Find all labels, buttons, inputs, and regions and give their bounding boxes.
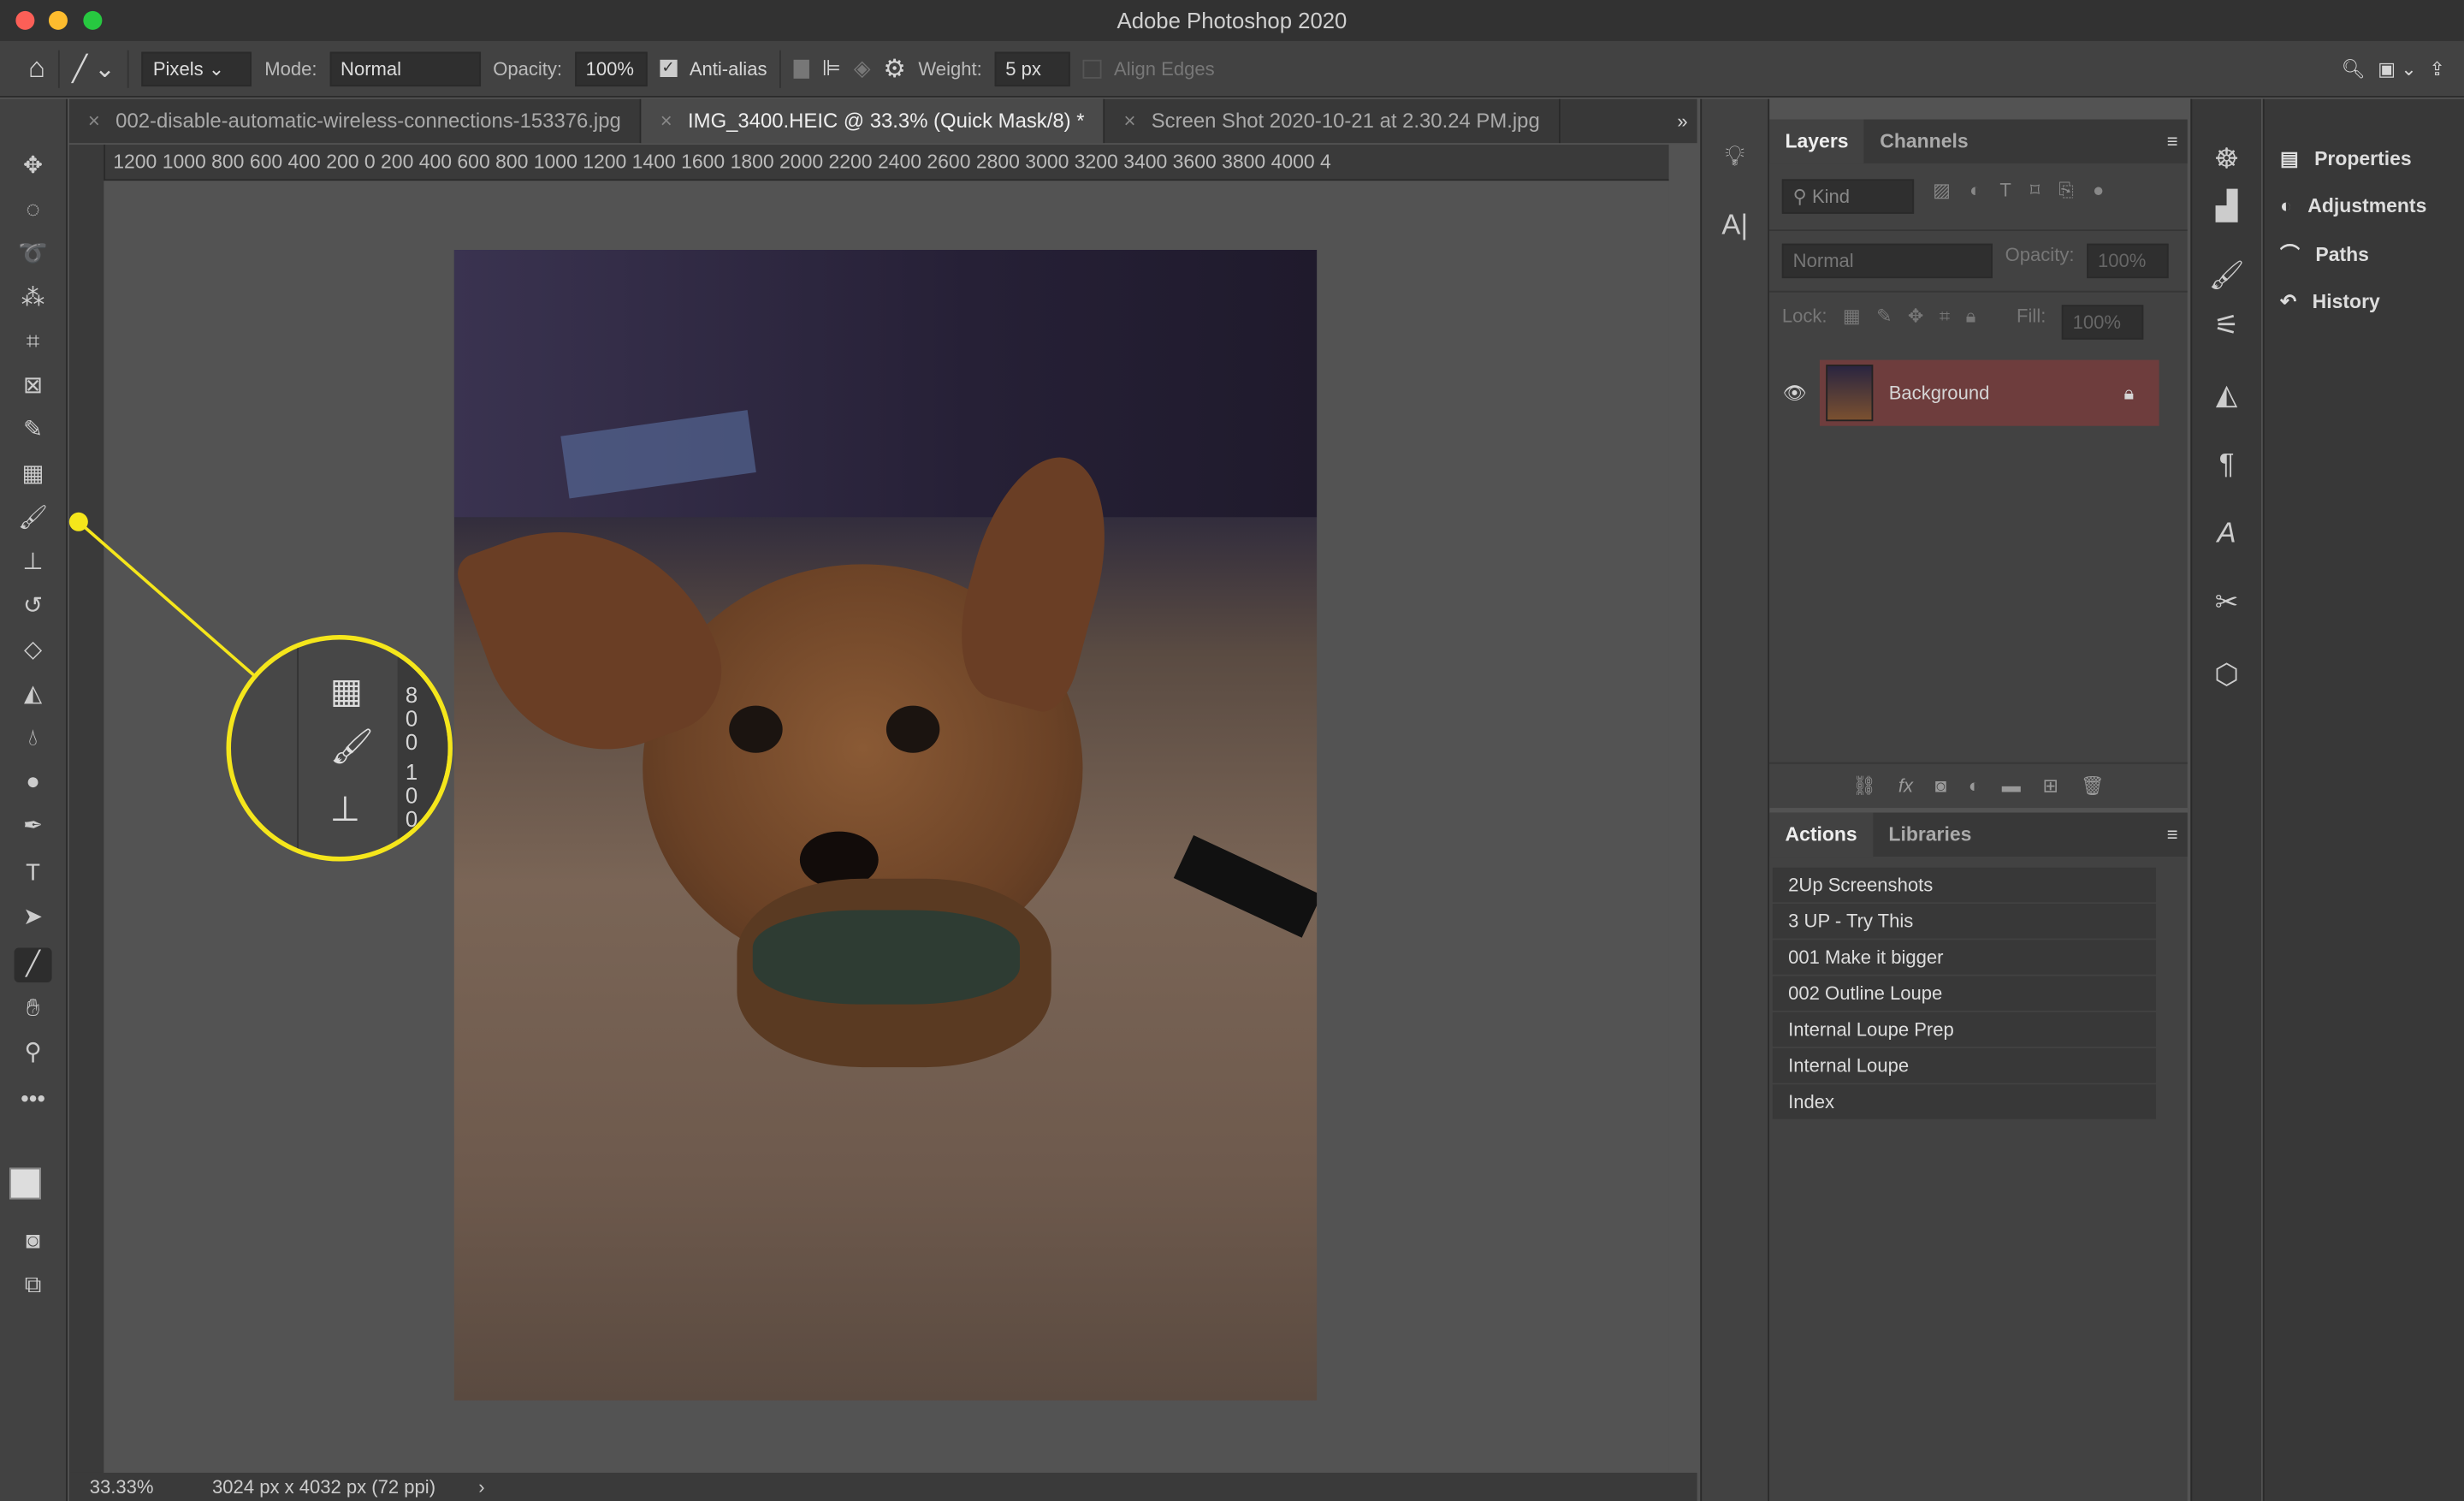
tab-actions[interactable]: Actions [1769,812,1874,857]
layer-blend-mode-select[interactable]: Normal [1781,243,1993,279]
paths-panel-button[interactable]: ⌒ Paths [2280,236,2369,274]
layer-filter-select[interactable]: ⚲ Kind [1781,179,1915,214]
navigator-icon[interactable]: ☸ [2208,139,2246,177]
loupe-digit: 0 [405,729,418,755]
panel-menu-icon[interactable]: ≡ [2167,813,2178,857]
status-bar: 33.33% 3024 px x 4032 px (72 ppi) › [68,1472,1697,1501]
filter-pixel-icon[interactable]: ▨ [1933,179,1951,213]
tab-channels[interactable]: Channels [1864,120,1984,163]
action-item[interactable]: Index [1772,1084,2156,1119]
chevron-right-icon[interactable]: › [441,1476,484,1498]
panel-menu-icon[interactable]: ≡ [2167,120,2178,163]
tool-presets-icon[interactable]: ⚟ [2208,306,2246,344]
loupe-healing-brush-icon: ▦ [329,671,363,711]
document-info[interactable]: 3024 px x 4032 px (72 ppi) [159,1476,435,1498]
lock-image-icon[interactable]: ✎ [1876,305,1892,339]
lock-position-icon[interactable]: ✥ [1908,305,1923,339]
filter-toggle-icon[interactable]: ● [2093,179,2104,213]
fill-input[interactable]: 100% [2061,305,2144,340]
actions-list: 2Up Screenshots 3 UP - Try This 001 Make i… [1769,857,2188,1119]
collapsed-panels-left: 💡︎ A| [1700,98,1770,1501]
paths-icon: ⌒ [2280,243,2301,266]
layers-panel: Layers Channels ≡ ⚲ Kind ▨ ◐ T ⌑ ⎘ ● Normal O… [1769,119,2188,809]
loupe-digit: 0 [405,782,418,809]
action-item[interactable]: 2Up Screenshots [1772,867,2156,903]
brush-settings-icon[interactable]: 🖌︎ [2208,256,2246,294]
loupe-clone-stamp-icon: ⊥ [329,789,360,828]
glyphs-icon[interactable]: A| [1716,206,1754,244]
fill-label: Fill: [2017,305,2046,328]
layer-row-background[interactable]: 👁︎ Background 🔒︎ [1769,359,2188,428]
action-item[interactable]: 3 UP - Try This [1772,904,2156,939]
lock-label: Lock: [1781,305,1827,328]
panel-label: Adjustments [2307,194,2427,217]
loupe-digit: 0 [405,806,418,832]
history-panel-button[interactable]: ↶ History [2280,283,2380,321]
new-layer-icon[interactable]: ⊞ [2043,764,2058,808]
panel-label: Paths [2315,243,2369,266]
new-group-icon[interactable]: ▬ [2002,764,2021,808]
adjustments-icon: ◐ [2280,194,2292,217]
layer-opacity-value: 100% [2098,250,2147,272]
filter-type-icon[interactable]: T [1999,179,2011,213]
learn-icon[interactable]: 💡︎ [1716,137,1754,175]
lock-icon[interactable]: 🔒︎ [2124,381,2135,405]
action-item[interactable]: Internal Loupe Prep [1772,1012,2156,1047]
layer-name[interactable]: Background [1889,382,1990,404]
blend-value: Normal [1792,250,1854,272]
character-icon[interactable]: A [2208,514,2246,552]
panel-label: Properties [2314,147,2412,170]
layers-footer: ⛓︎ fx ◙ ◐ ▬ ⊞ 🗑︎ [1769,762,2188,808]
3d-icon[interactable]: ⬡ [2208,656,2246,693]
panel-label: History [2312,290,2380,313]
action-item[interactable]: 001 Make it bigger [1772,940,2156,975]
tab-layers[interactable]: Layers [1769,119,1864,164]
loupe-digit: 8 [405,682,418,708]
layer-opacity-input[interactable]: 100% [2087,243,2169,279]
filter-adjustment-icon[interactable]: ◐ [1969,179,1981,213]
delete-layer-icon[interactable]: 🗑︎ [2081,764,2105,808]
new-adjustment-icon[interactable]: ◐ [1969,764,1980,808]
lock-transparent-icon[interactable]: ▦ [1843,305,1861,339]
action-item[interactable]: Internal Loupe [1772,1048,2156,1083]
action-item[interactable]: 002 Outline Loupe [1772,976,2156,1011]
fill-value: 100% [2072,311,2121,334]
filter-value: Kind [1811,185,1851,208]
add-mask-icon[interactable]: ◙ [1935,764,1946,808]
history-icon: ↶ [2280,290,2297,313]
layer-opacity-label: Opacity: [2005,243,2075,266]
histogram-icon[interactable]: ▟ [2208,187,2246,225]
loupe-digit: 0 [405,705,418,732]
properties-icon: ▤ [2280,147,2299,170]
adjustments-panel-button[interactable]: ◐ Adjustments [2280,187,2426,225]
actions-panel: Actions Libraries ≡ 2Up Screenshots 3 UP … [1769,812,2188,1501]
loupe-ruler: 800 100 [397,639,448,857]
tab-libraries[interactable]: Libraries [1873,813,1987,857]
loupe-brush-icon: 🖌︎ [329,726,375,766]
tools-icon[interactable]: ✂ [2208,583,2246,620]
collapsed-panels-right: ☸ ▟ 🖌︎ ⚟ ◭ ¶ A ✂ ⬡ [2190,98,2262,1501]
filter-smart-object-icon[interactable]: ⎘ [2058,179,2074,213]
zoom-level[interactable]: 33.33% [69,1476,154,1498]
magnifier-loupe: ▦ 🖌︎ ⊥ 800 100 [226,635,453,862]
shapes-icon[interactable]: ◭ [2208,376,2246,413]
lock-artboard-icon[interactable]: ⌗ [1940,305,1950,339]
properties-panel-button[interactable]: ▤ Properties [2280,139,2412,177]
link-layers-icon[interactable]: ⛓︎ [1852,764,1876,808]
eye-icon[interactable]: 👁︎ [1769,382,1820,404]
collapsed-panels-list: ▤ Properties ◐ Adjustments ⌒ Paths ↶ History [2262,98,2464,1501]
paragraph-icon[interactable]: ¶ [2208,445,2246,483]
lock-all-icon[interactable]: 🔒︎ [1966,305,1976,339]
fx-icon[interactable]: fx [1898,764,1913,808]
filter-shape-icon[interactable]: ⌑ [2030,179,2040,213]
layer-thumbnail [1826,365,1874,422]
loupe-digit: 1 [405,759,418,785]
